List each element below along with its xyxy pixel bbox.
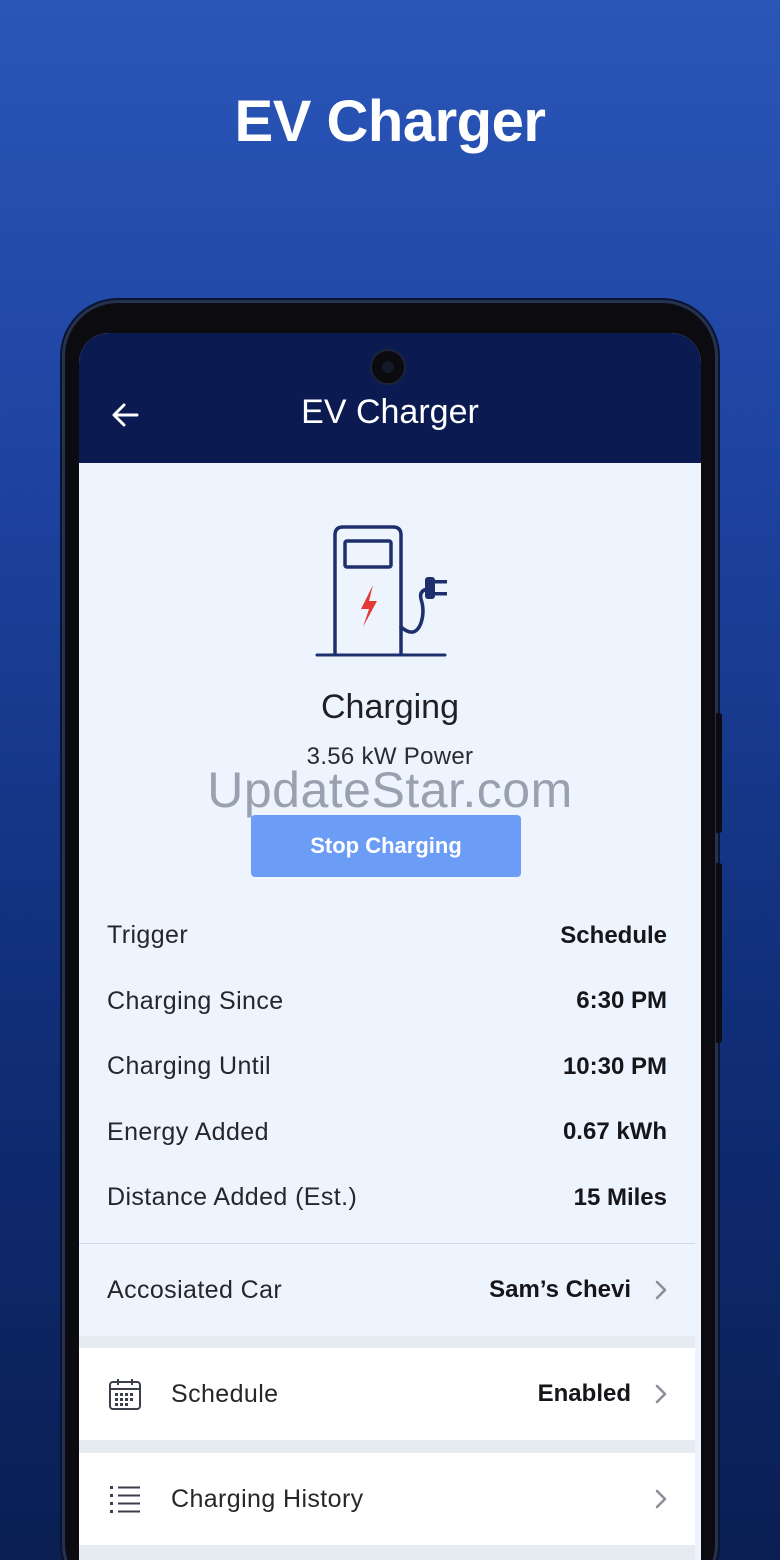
charging-station-icon: [315, 525, 447, 657]
chevron-right-icon: [653, 1383, 669, 1405]
stop-charging-button[interactable]: Stop Charging: [251, 815, 521, 877]
detail-value: Schedule: [560, 921, 667, 949]
list-icon: [107, 1481, 143, 1517]
detail-label: Distance Added (Est.): [107, 1183, 358, 1212]
charging-history-row[interactable]: Charging History: [79, 1453, 695, 1545]
front-camera: [370, 349, 406, 385]
promo-title: EV Charger: [234, 89, 546, 154]
schedule-row[interactable]: Schedule Enabled: [79, 1348, 695, 1440]
phone-screen: EV Charger Charging 3.56 kW Power Update…: [79, 333, 701, 1560]
associated-car-label: Accosiated Car: [107, 1275, 283, 1304]
app-bar-title: EV Charger: [301, 393, 479, 431]
charging-details: Trigger Schedule Charging Since 6:30 PM …: [79, 903, 701, 1231]
chevron-right-icon: [653, 1279, 669, 1301]
schedule-value: Enabled: [537, 1380, 631, 1407]
detail-row-charging-until: Charging Until 10:30 PM: [79, 1034, 701, 1100]
charging-status: Charging: [321, 688, 459, 726]
detail-row-charging-since: Charging Since 6:30 PM: [79, 969, 701, 1035]
calendar-icon: [107, 1376, 143, 1412]
associated-car-value: Sam’s Chevi: [489, 1276, 631, 1303]
charger-content: Charging 3.56 kW Power UpdateStar.com St…: [79, 463, 701, 1560]
section-gap: [79, 1336, 695, 1348]
detail-value: 0.67 kWh: [562, 1118, 667, 1146]
power-button: [716, 863, 722, 1043]
schedule-label: Schedule: [171, 1379, 279, 1408]
detail-label: Charging Since: [107, 986, 284, 1015]
app-bar: EV Charger: [79, 333, 701, 463]
associated-car-row[interactable]: Accosiated Car Sam’s Chevi: [79, 1244, 695, 1336]
detail-label: Energy Added: [107, 1117, 269, 1146]
detail-value: 6:30 PM: [576, 987, 667, 1015]
chevron-right-icon: [653, 1488, 669, 1510]
section-gap: [79, 1545, 695, 1560]
detail-label: Charging Until: [107, 1052, 272, 1081]
detail-row-energy-added: Energy Added 0.67 kWh: [79, 1100, 701, 1166]
section-gap: [79, 1440, 695, 1453]
detail-row-trigger: Trigger Schedule: [79, 903, 701, 969]
detail-value: 10:30 PM: [562, 1052, 667, 1080]
phone-frame: EV Charger Charging 3.56 kW Power Update…: [62, 300, 722, 1560]
detail-label: Trigger: [107, 921, 189, 950]
detail-row-distance-added: Distance Added (Est.) 15 Miles: [79, 1165, 701, 1231]
charging-history-label: Charging History: [171, 1484, 364, 1513]
detail-value: 15 Miles: [573, 1183, 667, 1211]
watermark: UpdateStar.com: [207, 762, 573, 818]
volume-button: [716, 713, 722, 833]
